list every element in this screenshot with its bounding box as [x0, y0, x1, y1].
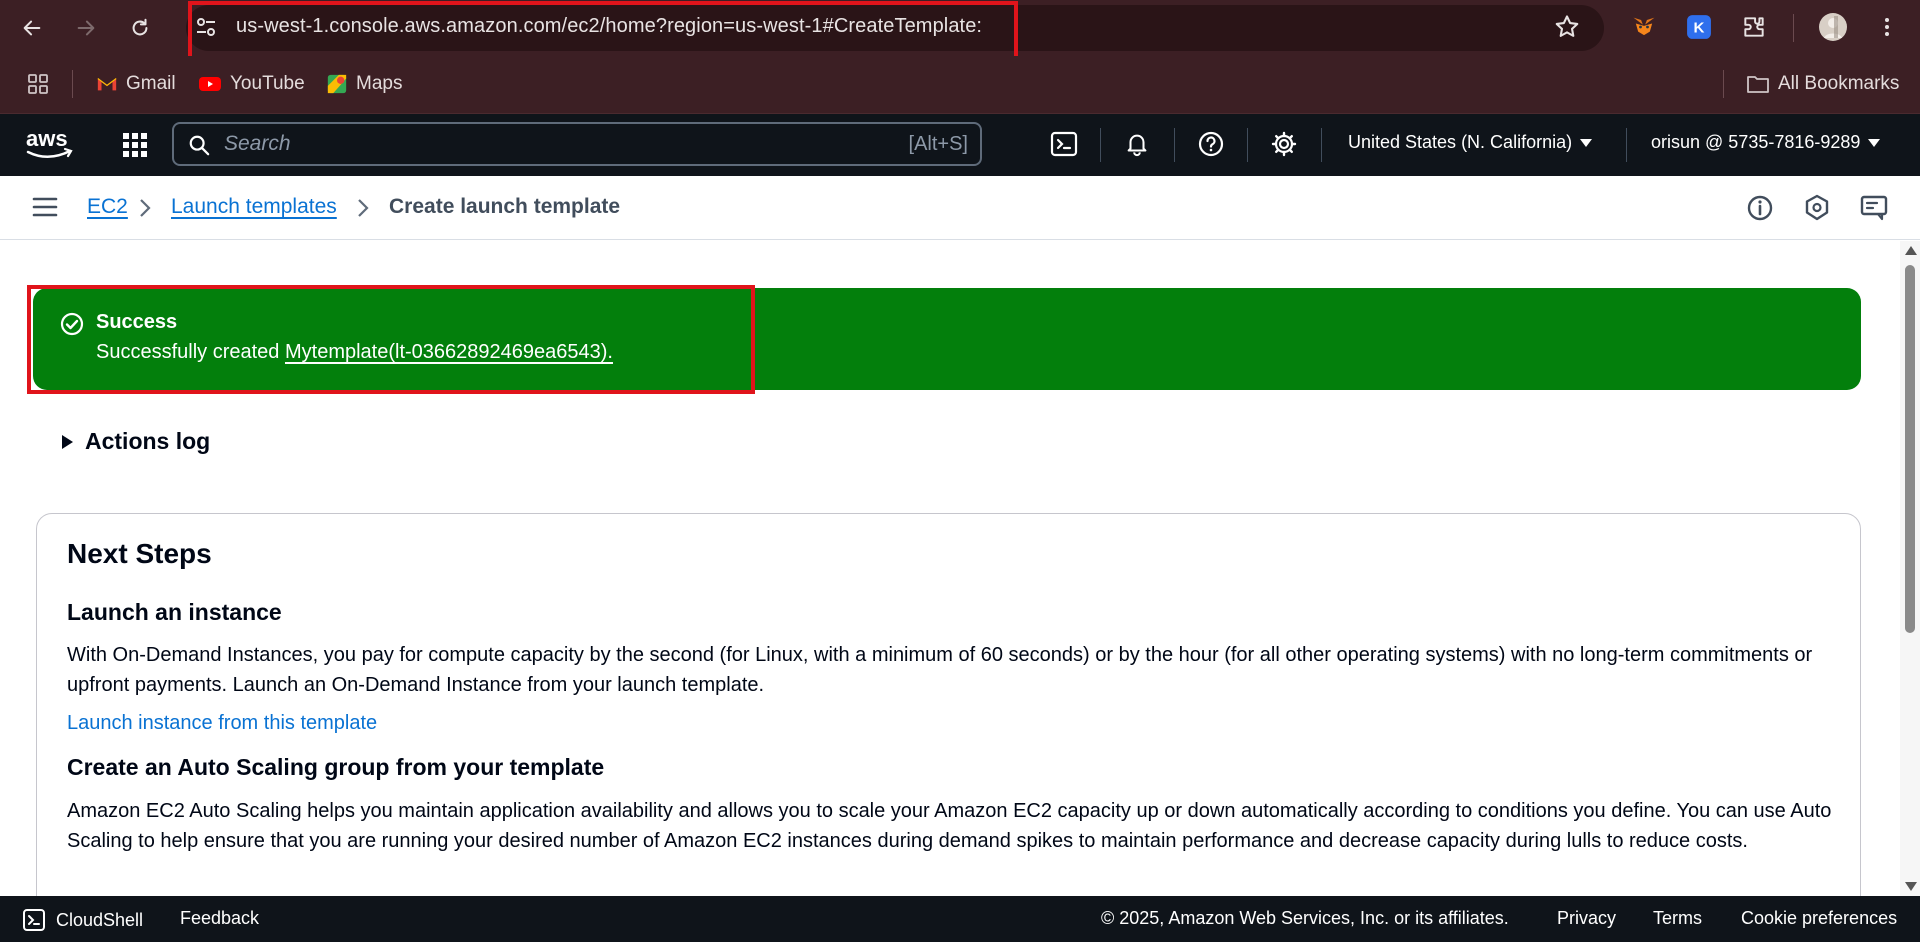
bookmark-label: YouTube [230, 73, 305, 94]
header-divider [1626, 128, 1627, 162]
scrollbar-thumb[interactable] [1905, 265, 1915, 633]
arrow-right-icon [77, 20, 95, 36]
menu-hamburger-icon[interactable] [32, 196, 58, 218]
actions-log-label: Actions log [85, 428, 211, 454]
chevron-right-icon [358, 199, 369, 217]
forward-button[interactable] [68, 10, 104, 46]
caret-down-icon [1868, 138, 1881, 147]
bookmark-star-icon[interactable] [1553, 13, 1581, 41]
launch-instance-link[interactable]: Launch instance from this template [67, 712, 377, 735]
bookmarks-divider [72, 70, 73, 98]
url-highlight-box [188, 1, 1018, 63]
toolbar-divider [1793, 14, 1794, 42]
reload-button[interactable] [122, 10, 158, 46]
account-menu[interactable]: orisun @ 5735-7816-9289 [1651, 132, 1881, 153]
launch-instance-heading: Launch an instance [67, 599, 282, 625]
browser-menu-icon[interactable] [1872, 12, 1902, 42]
bookmark-maps[interactable]: Maps [326, 70, 402, 98]
flash-highlight-box [27, 285, 755, 394]
scroll-up-arrow-icon[interactable] [1905, 246, 1917, 255]
all-bookmarks-button[interactable]: All Bookmarks [1746, 70, 1899, 98]
bookmarks-divider [1723, 70, 1724, 98]
bookmarks-bar: Gmail YouTube Maps All Bookmarks [0, 56, 1920, 114]
bookmark-label: Gmail [126, 73, 176, 94]
k-extension-icon[interactable]: K [1684, 12, 1714, 42]
search-input[interactable] [224, 130, 824, 158]
auto-scaling-heading: Create an Auto Scaling group from your t… [67, 754, 605, 780]
aws-search-box[interactable]: [Alt+S] [172, 122, 982, 166]
feedback-link[interactable]: Feedback [180, 908, 259, 929]
terms-link[interactable]: Terms [1653, 908, 1702, 929]
region-selector[interactable]: United States (N. California) [1348, 132, 1593, 153]
cookie-preferences-link[interactable]: Cookie preferences [1741, 908, 1897, 929]
header-divider [1174, 128, 1175, 162]
cloudshell-header-icon[interactable] [1048, 128, 1080, 160]
search-shortcut-hint: [Alt+S] [908, 133, 968, 155]
chevron-right-icon [140, 199, 151, 217]
account-label: orisun @ 5735-7816-9289 [1651, 132, 1861, 152]
svg-text:aws: aws [26, 126, 68, 151]
folder-icon [1747, 76, 1769, 93]
next-steps-title: Next Steps [67, 538, 212, 569]
bookmark-label: Maps [356, 73, 403, 94]
security-shield-icon[interactable] [1802, 193, 1832, 223]
youtube-icon [199, 77, 221, 91]
caret-right-icon [62, 434, 73, 449]
all-bookmarks-label: All Bookmarks [1778, 73, 1900, 94]
profile-avatar[interactable] [1818, 12, 1848, 42]
services-grid-icon[interactable] [120, 130, 150, 160]
console-footer: CloudShell Feedback © 2025, Amazon Web S… [0, 896, 1920, 942]
caret-down-icon [1580, 138, 1593, 147]
actions-log-toggle[interactable]: Actions log [62, 428, 210, 455]
copyright-text: © 2025, Amazon Web Services, Inc. or its… [1101, 908, 1509, 928]
region-label: United States (N. California) [1348, 132, 1573, 152]
info-icon[interactable] [1745, 193, 1775, 223]
bookmark-youtube[interactable]: YouTube [198, 70, 305, 98]
launch-instance-text: With On-Demand Instances, you pay for co… [67, 644, 1813, 696]
breadcrumb-current: Create launch template [389, 195, 621, 218]
gmail-icon [97, 78, 117, 91]
aws-console-header: aws [Alt+S] United States (N. California… [0, 114, 1920, 176]
breadcrumb-bar: EC2 Launch templates Create launch templ… [0, 176, 1920, 240]
search-icon [189, 135, 210, 156]
header-divider [1247, 128, 1248, 162]
cloudshell-button[interactable]: CloudShell [22, 908, 143, 932]
help-icon[interactable] [1195, 128, 1227, 160]
header-divider [1100, 128, 1101, 162]
auto-scaling-text: Amazon EC2 Auto Scaling helps you mainta… [67, 800, 1832, 852]
cloudshell-icon [23, 909, 45, 931]
scroll-down-arrow-icon[interactable] [1905, 882, 1917, 891]
back-button[interactable] [14, 10, 50, 46]
next-steps-card: Next Steps Launch an instance With On-De… [36, 513, 1861, 896]
apps-grid-icon[interactable] [26, 70, 50, 98]
extensions-puzzle-icon[interactable] [1739, 12, 1769, 42]
notifications-bell-icon[interactable] [1121, 128, 1153, 160]
breadcrumb-ec2[interactable]: EC2 [87, 195, 128, 219]
settings-gear-icon[interactable] [1268, 128, 1300, 160]
metamask-extension-icon[interactable] [1629, 12, 1659, 42]
cloudshell-label: CloudShell [56, 909, 144, 930]
page-scrollbar[interactable] [1900, 241, 1920, 896]
browser-toolbar: us-west-1.console.aws.amazon.com/ec2/hom… [0, 0, 1920, 63]
main-content: Success Successfully created Mytemplate(… [0, 241, 1900, 896]
privacy-link[interactable]: Privacy [1557, 908, 1616, 929]
bookmark-gmail[interactable]: Gmail [96, 70, 176, 98]
arrow-left-icon [23, 20, 41, 36]
header-divider [1321, 128, 1322, 162]
breadcrumb-launch-templates[interactable]: Launch templates [171, 195, 337, 219]
maps-icon [327, 74, 347, 94]
svg-text:K: K [1694, 19, 1705, 36]
reload-icon [132, 18, 148, 36]
feedback-panel-icon[interactable] [1859, 193, 1889, 223]
aws-logo[interactable]: aws [24, 126, 76, 162]
